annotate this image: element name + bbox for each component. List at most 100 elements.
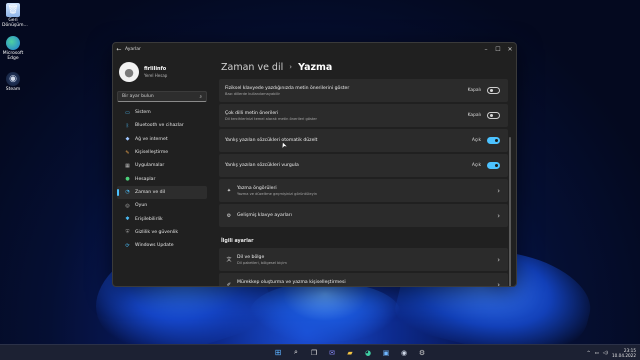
setting-row[interactable]: Yanlış yazılan sözcükleri otomatik düzel… <box>219 129 508 152</box>
breadcrumb: Zaman ve dil › Yazma <box>219 55 512 79</box>
minimize-button[interactable]: – <box>480 46 492 53</box>
desktop-icon-edge[interactable]: Microsoft Edge <box>2 36 24 61</box>
maximize-button[interactable]: ☐ <box>492 46 504 53</box>
edge-icon <box>6 36 20 50</box>
edge-icon[interactable]: ◕ <box>363 348 373 358</box>
settings-window: ← Ayarlar – ☐ ✕ ● firlilinfo Yerel Hesap… <box>112 42 517 287</box>
sidebar-item[interactable]: ✱ Erişilebilirlik <box>117 212 207 225</box>
chevron-right-icon: › <box>497 211 500 220</box>
settings-icon[interactable]: ⚙ <box>417 348 427 358</box>
profile[interactable]: ● firlilinfo Yerel Hesap <box>117 59 207 85</box>
setting-title: Yanlış yazılan sözcükleri otomatik düzel… <box>225 138 318 143</box>
breadcrumb-separator: › <box>289 63 293 71</box>
lightbulb-icon: ✦ <box>226 187 232 194</box>
sidebar-item[interactable]: ▦ Uygulamalar <box>117 159 207 172</box>
sidebar-item[interactable]: ◆ Ağ ve internet <box>117 133 207 146</box>
sidebar-item[interactable]: ◔ Zaman ve dil <box>117 185 207 200</box>
sidebar-item-label: Uygulamalar <box>135 163 165 169</box>
setting-description: Yazma ve düzeltme geçmişinizi görüntüley… <box>237 191 317 196</box>
sidebar-item[interactable]: ⛨ Gizlilik ve güvenlik <box>117 226 207 239</box>
taskbar: ⊞ ⌕ ❐ ✉ ▰ ◕ ▣ ◉ ⚙ ^ ▭ ◁) 23:15 10.04.202… <box>0 344 640 360</box>
toggle-switch[interactable] <box>487 87 500 94</box>
monitor-icon: ▭ <box>125 109 130 116</box>
toggle-knob <box>495 164 499 168</box>
system-tray: ^ ▭ ◁) 23:15 10.04.2022 <box>587 345 636 360</box>
tray-chevron-icon[interactable]: ^ <box>587 351 591 356</box>
steam-icon[interactable]: ◉ <box>399 348 409 358</box>
clock-date: 10.04.2022 <box>612 353 636 358</box>
sidebar-item-label: Zaman ve dil <box>135 189 166 195</box>
toggle-state: Kapalı <box>467 113 481 118</box>
search-input[interactable]: Bir ayar bulun ⌕ <box>117 91 207 102</box>
toggle-state: Kapalı <box>467 88 481 93</box>
desktop-icon-steam[interactable]: ◉ Steam <box>2 72 24 92</box>
ink-icon: ✐ <box>226 281 232 287</box>
close-button[interactable]: ✕ <box>504 46 516 53</box>
setting-title: Fiziksel klavyede yazdığınızda metin öne… <box>225 85 350 91</box>
sidebar-item[interactable]: ● Hesaplar <box>117 172 207 185</box>
setting-title: Yanlış yazılan sözcükleri vurgula <box>225 163 299 168</box>
person-icon: ● <box>124 65 134 79</box>
nav-list: ▭ Sistem ᛒ Bluetooth ve cihazlar ◆ Ağ ve inte… <box>117 106 207 252</box>
gamepad-icon: ◎ <box>125 202 130 209</box>
sidebar-item-label: Bluetooth ve cihazlar <box>135 123 184 129</box>
setting-title: Dil ve bölge <box>237 254 265 260</box>
avatar: ● <box>119 62 139 82</box>
toggle-switch[interactable] <box>487 162 500 169</box>
setting-description: Kişisel sözlük <box>237 286 497 287</box>
store-icon[interactable]: ▣ <box>381 348 391 358</box>
volume-icon[interactable]: ◁) <box>603 351 608 356</box>
steam-icon: ◉ <box>6 72 20 86</box>
setting-description: Bazı dillerde kullanılamayabilir <box>225 91 280 96</box>
breadcrumb-parent[interactable]: Zaman ve dil <box>221 62 283 73</box>
person-icon: ● <box>125 176 130 183</box>
title-bar: ← Ayarlar – ☐ ✕ <box>113 43 516 55</box>
start-icon[interactable]: ⊞ <box>273 348 283 358</box>
setting-title: Çok dilli metin önerileri <box>225 110 279 116</box>
search-icon[interactable]: ⌕ <box>291 348 301 358</box>
profile-name: firlilinfo <box>144 66 167 72</box>
wallpaper-bloom-center <box>250 282 400 342</box>
chat-icon[interactable]: ✉ <box>327 348 337 358</box>
desktop-icon-label: Geri Dönüşüm... <box>2 18 28 28</box>
mouse-cursor-icon: ➤ <box>279 140 289 150</box>
toggle-state: Açık <box>471 163 481 168</box>
toggle-switch[interactable] <box>487 137 500 144</box>
file-explorer-icon[interactable]: ▰ <box>345 348 355 358</box>
settings-list: Fiziksel klavyede yazdığınızda metin öne… <box>219 79 512 287</box>
chevron-right-icon: › <box>497 280 500 287</box>
sidebar-item-label: Erişilebilirlik <box>135 216 163 222</box>
recycle-bin-icon: 🗑 <box>6 3 20 17</box>
setting-title: Yazma öngörüleri <box>237 185 277 191</box>
sidebar-item[interactable]: ◎ Oyun <box>117 199 207 212</box>
setting-row[interactable]: ⚙ Gelişmiş klavye ayarları › <box>219 204 508 227</box>
globe-clock-icon: ◔ <box>125 189 130 196</box>
sidebar-item-label: Oyun <box>135 203 148 209</box>
setting-row[interactable]: Fiziksel klavyede yazdığınızda metin öne… <box>219 79 508 102</box>
sidebar-item[interactable]: ᛒ Bluetooth ve cihazlar <box>117 119 207 132</box>
sidebar-item[interactable]: ⟳ Windows Update <box>117 239 207 252</box>
toggle-switch[interactable] <box>487 112 500 119</box>
setting-description: Dil paketleri, bölgesel biçim <box>237 260 287 265</box>
desktop-icon-label: Microsoft Edge <box>2 51 24 61</box>
setting-row[interactable]: ✦ Yazma öngörüleri Yazma ve düzeltme geçmi… <box>219 179 508 202</box>
setting-title: Mürekkep oluşturma ve yazma kişiselleşti… <box>237 279 346 285</box>
related-setting-row[interactable]: ✐ Mürekkep oluşturma ve yazma kişiselleşt… <box>219 273 508 287</box>
task-view-icon[interactable]: ❐ <box>309 348 319 358</box>
sidebar-item-label: Windows Update <box>135 243 174 249</box>
network-icon[interactable]: ▭ <box>595 351 599 356</box>
setting-row[interactable]: Çok dilli metin önerileri Dil tercihlerin… <box>219 104 508 127</box>
sidebar-item[interactable]: ✎ Kişiselleştirme <box>117 146 207 159</box>
sidebar-item-label: Kişiselleştirme <box>135 150 169 156</box>
related-setting-row[interactable]: 文 Dil ve bölge Dil paketleri, bölgesel biç… <box>219 248 508 271</box>
related-settings-label: İlgili ayarlar <box>221 239 254 244</box>
sidebar-item[interactable]: ▭ Sistem <box>117 106 207 119</box>
clock[interactable]: 23:15 10.04.2022 <box>612 348 636 359</box>
scrollbar[interactable] <box>509 137 511 286</box>
desktop-icon-recycle-bin[interactable]: 🗑 Geri Dönüşüm... <box>2 3 28 28</box>
taskbar-icons: ⊞ ⌕ ❐ ✉ ▰ ◕ ▣ ◉ ⚙ <box>273 348 427 358</box>
profile-subtitle: Yerel Hesap <box>144 73 168 78</box>
setting-row[interactable]: Yanlış yazılan sözcükleri vurgula Açık <box>219 154 508 177</box>
back-arrow-icon[interactable]: ← <box>113 46 125 53</box>
gear-icon: ⚙ <box>226 212 232 219</box>
